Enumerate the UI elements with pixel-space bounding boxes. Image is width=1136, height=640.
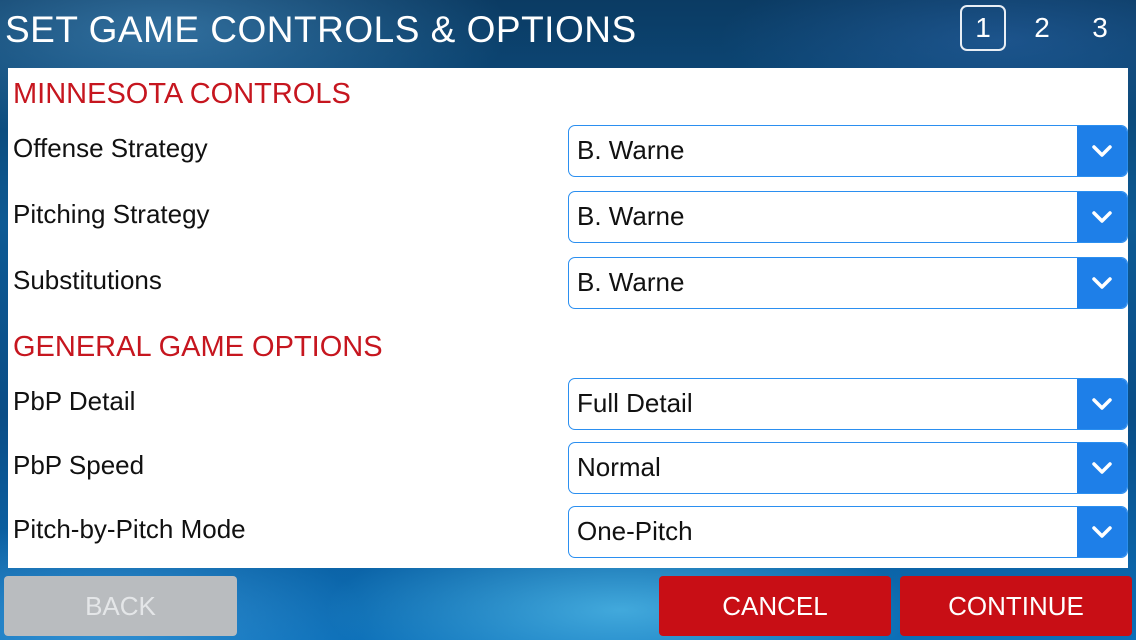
chevron-down-icon[interactable] <box>1077 258 1127 308</box>
chevron-down-icon[interactable] <box>1077 507 1127 557</box>
chevron-down-icon[interactable] <box>1077 379 1127 429</box>
substitutions-label: Substitutions <box>13 265 162 295</box>
pitch-by-pitch-mode-label: Pitch-by-Pitch Mode <box>13 514 246 544</box>
section-title-options: GENERAL GAME OPTIONS <box>13 331 383 363</box>
header: SET GAME CONTROLS & OPTIONS 1 2 3 <box>0 0 1136 66</box>
substitutions-select[interactable]: B. Warne <box>568 257 1128 309</box>
page-3-button[interactable]: 3 <box>1077 5 1123 51</box>
continue-button[interactable]: CONTINUE <box>900 576 1132 636</box>
page-1-button[interactable]: 1 <box>960 5 1006 51</box>
pitching-strategy-select[interactable]: B. Warne <box>568 191 1128 243</box>
pitch-by-pitch-mode-select[interactable]: One-Pitch <box>568 506 1128 558</box>
cancel-button[interactable]: CANCEL <box>659 576 891 636</box>
chevron-down-icon[interactable] <box>1077 192 1127 242</box>
offense-strategy-select[interactable]: B. Warne <box>568 125 1128 177</box>
pbp-speed-select[interactable]: Normal <box>568 442 1128 494</box>
pbp-detail-label: PbP Detail <box>13 386 136 416</box>
offense-strategy-label: Offense Strategy <box>13 133 208 163</box>
pbp-speed-label: PbP Speed <box>13 450 145 480</box>
page-2-button[interactable]: 2 <box>1019 5 1065 51</box>
pitching-strategy-label: Pitching Strategy <box>13 199 210 229</box>
back-button[interactable]: BACK <box>4 576 237 636</box>
pbp-detail-value: Full Detail <box>577 388 693 418</box>
options-panel: MINNESOTA CONTROLS Offense Strategy B. W… <box>8 68 1128 568</box>
pitching-strategy-value: B. Warne <box>577 201 685 231</box>
pitch-by-pitch-mode-value: One-Pitch <box>577 516 693 546</box>
chevron-down-icon[interactable] <box>1077 443 1127 493</box>
page-title: SET GAME CONTROLS & OPTIONS <box>5 9 637 50</box>
substitutions-value: B. Warne <box>577 267 685 297</box>
pbp-speed-value: Normal <box>577 452 661 482</box>
section-title-controls: MINNESOTA CONTROLS <box>13 78 351 110</box>
chevron-down-icon[interactable] <box>1077 126 1127 176</box>
offense-strategy-value: B. Warne <box>577 135 685 165</box>
pbp-detail-select[interactable]: Full Detail <box>568 378 1128 430</box>
